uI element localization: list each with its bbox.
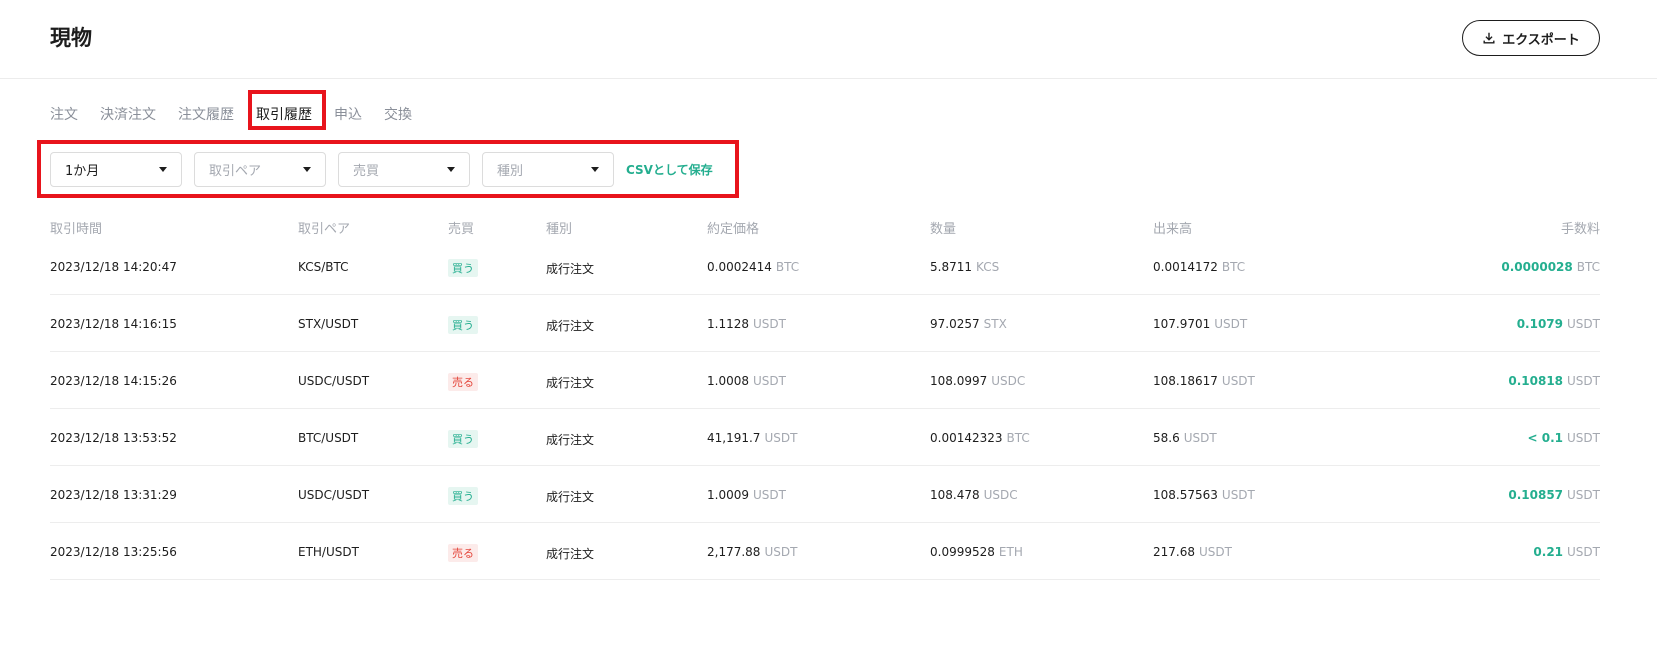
side-badge: 買う [448,487,478,505]
col-qty: 数量 [930,222,957,237]
trade-fee: 0.0000028 BTC [1501,260,1600,274]
tab-settlement-orders[interactable]: 決済注文 [100,98,156,138]
trade-price: 1.1128 USDT [707,317,786,331]
caret-down-icon [159,167,167,172]
trade-price: 41,191.7 USDT [707,431,798,445]
caret-down-icon [303,167,311,172]
trade-fee: 0.1079 USDT [1516,317,1600,331]
period-select[interactable]: 1か月 [50,152,182,187]
tab-order-history[interactable]: 注文履歴 [178,98,234,138]
trade-pair: USDC/USDT [298,374,370,388]
col-type: 種別 [546,222,573,237]
trade-volume: 108.18617 USDT [1153,374,1255,388]
trade-time: 2023/12/18 13:31:29 [50,488,177,502]
trade-qty: 5.8711 KCS [930,260,1000,274]
table-row: 2023/12/18 13:31:29 USDC/USDT 買う 成行注文 1.… [50,466,1600,523]
trade-time: 2023/12/18 14:15:26 [50,374,177,388]
side-badge: 買う [448,259,478,277]
trade-pair: USDC/USDT [298,488,370,502]
side-badge: 売る [448,544,478,562]
download-icon [1483,32,1495,44]
pair-placeholder: 取引ペア [209,164,262,179]
export-label: エクスポート [1502,32,1580,48]
trade-history-table: 取引時間 取引ペア 売買 種別 約定価格 数量 出来高 手数料 2023/12/… [50,212,1600,580]
col-fee: 手数料 [1560,222,1600,237]
order-type: 成行注文 [546,433,595,447]
table-header: 取引時間 取引ペア 売買 種別 約定価格 数量 出来高 手数料 [50,212,1600,238]
trade-pair: ETH/USDT [298,545,359,559]
trade-fee: < 0.1 USDT [1527,431,1600,445]
col-price: 約定価格 [707,222,760,237]
tab-exchange[interactable]: 交換 [384,98,412,138]
side-badge: 売る [448,373,478,391]
trade-qty: 108.478 USDC [930,488,1018,502]
order-type: 成行注文 [546,547,595,561]
side-badge: 買う [448,430,478,448]
type-placeholder: 種別 [497,164,524,179]
page-header: 現物 エクスポート [0,0,1657,79]
pair-select[interactable]: 取引ペア [194,152,326,187]
filter-bar: 1か月 取引ペア 売買 種別 CSVとして保存 [50,152,713,187]
col-time: 取引時間 [50,222,103,237]
tab-trade-history[interactable]: 取引履歴 [256,98,312,144]
table-row: 2023/12/18 14:20:47 KCS/BTC 買う 成行注文 0.00… [50,238,1600,295]
col-volume: 出来高 [1153,222,1193,237]
trade-volume: 108.57563 USDT [1153,488,1255,502]
export-button[interactable]: エクスポート [1462,20,1600,56]
table-row: 2023/12/18 14:15:26 USDC/USDT 売る 成行注文 1.… [50,352,1600,409]
save-csv-link[interactable]: CSVとして保存 [626,161,713,178]
order-type: 成行注文 [546,376,595,390]
trade-time: 2023/12/18 13:53:52 [50,431,177,445]
type-select[interactable]: 種別 [482,152,614,187]
trade-time: 2023/12/18 14:20:47 [50,260,177,274]
col-side: 売買 [448,222,475,237]
trade-time: 2023/12/18 14:16:15 [50,317,177,331]
order-type: 成行注文 [546,319,595,333]
order-type: 成行注文 [546,262,595,276]
order-type: 成行注文 [546,490,595,504]
trade-price: 1.0008 USDT [707,374,786,388]
trade-qty: 0.00142323 BTC [930,431,1030,445]
trade-volume: 107.9701 USDT [1153,317,1248,331]
side-badge: 買う [448,316,478,334]
table-row: 2023/12/18 13:53:52 BTC/USDT 買う 成行注文 41,… [50,409,1600,466]
page-title: 現物 [50,26,92,50]
period-value: 1か月 [65,164,100,179]
tab-orders[interactable]: 注文 [50,98,78,138]
table-row: 2023/12/18 13:25:56 ETH/USDT 売る 成行注文 2,1… [50,523,1600,580]
side-select[interactable]: 売買 [338,152,470,187]
trade-pair: KCS/BTC [298,260,349,274]
trade-qty: 97.0257 STX [930,317,1007,331]
tab-bar: 注文 決済注文 注文履歴 取引履歴 申込 交換 [50,98,434,144]
trade-volume: 0.0014172 BTC [1153,260,1246,274]
table-row: 2023/12/18 14:16:15 STX/USDT 買う 成行注文 1.1… [50,295,1600,352]
trade-qty: 108.0997 USDC [930,374,1026,388]
active-tab-indicator [273,140,295,144]
trade-time: 2023/12/18 13:25:56 [50,545,177,559]
col-pair: 取引ペア [298,222,351,237]
trade-price: 1.0009 USDT [707,488,786,502]
trade-pair: BTC/USDT [298,431,359,445]
trade-volume: 217.68 USDT [1153,545,1232,559]
trade-qty: 0.0999528 ETH [930,545,1023,559]
trade-fee: 0.10857 USDT [1508,488,1600,502]
side-placeholder: 売買 [353,164,380,179]
trade-price: 2,177.88 USDT [707,545,798,559]
tab-subscription[interactable]: 申込 [334,98,362,138]
trade-fee: 0.10818 USDT [1508,374,1600,388]
caret-down-icon [447,167,455,172]
trade-fee: 0.21 USDT [1533,545,1600,559]
trade-price: 0.0002414 BTC [707,260,800,274]
trade-volume: 58.6 USDT [1153,431,1217,445]
trade-pair: STX/USDT [298,317,359,331]
caret-down-icon [591,167,599,172]
